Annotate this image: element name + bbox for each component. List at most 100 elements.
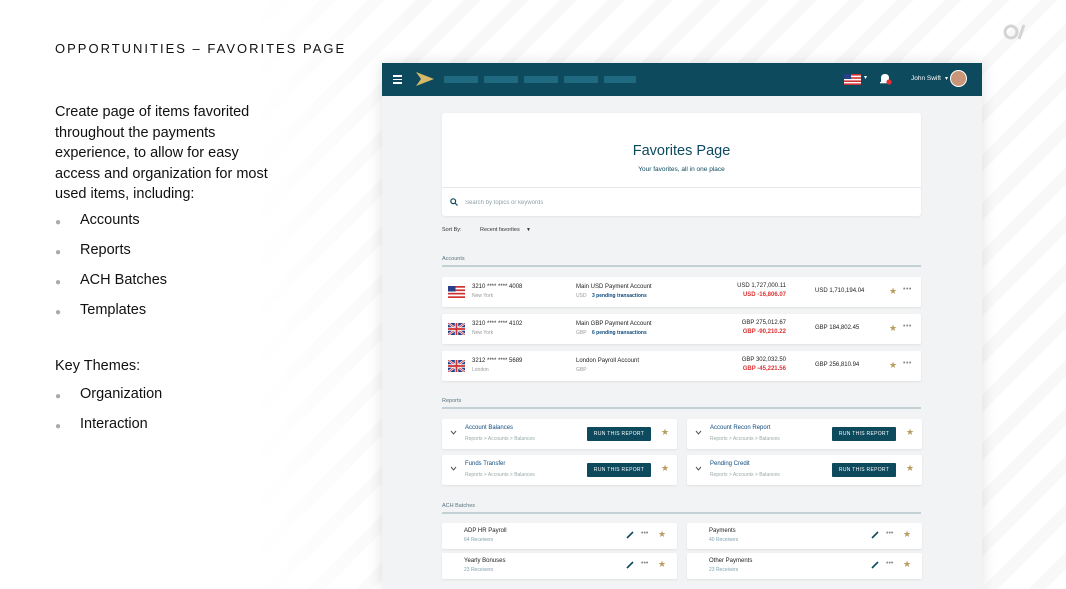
section-divider	[442, 265, 921, 267]
star-icon[interactable]: ★	[889, 323, 897, 334]
chevron-down-icon[interactable]: ▾	[945, 75, 948, 82]
chevron-down-icon[interactable]	[450, 429, 457, 436]
account-number: 3212 **** **** 5689	[472, 358, 523, 364]
pencil-icon[interactable]	[626, 561, 634, 569]
star-icon[interactable]: ★	[906, 463, 914, 474]
chevron-down-icon[interactable]: ▼	[526, 227, 531, 233]
report-card[interactable]: Pending Credit Reports > Accounts > Bala…	[687, 455, 922, 485]
brand-logo-icon	[1003, 24, 1026, 40]
section-title-reports: Reports	[442, 398, 462, 404]
report-title: Account Recon Report	[710, 425, 771, 431]
account-name: London Payroll Account	[576, 358, 640, 364]
account-row[interactable]: 3210 **** **** 4102 New York Main GBP Pa…	[442, 314, 921, 344]
chevron-down-icon[interactable]	[695, 465, 702, 472]
report-title: Pending Credit	[710, 461, 750, 467]
batch-title: Other Payments	[709, 558, 753, 564]
pencil-icon[interactable]	[871, 561, 879, 569]
more-options-icon[interactable]: •••	[903, 323, 912, 330]
bullet-icon: ●	[55, 217, 62, 228]
avatar[interactable]	[950, 70, 967, 87]
star-icon[interactable]: ★	[889, 360, 897, 371]
batch-receivers: 40 Receivers	[709, 537, 739, 543]
app-mockup: ▾ John Swift ▾ Favorites Page Your favor…	[382, 63, 982, 589]
pencil-icon[interactable]	[626, 531, 634, 539]
nav-item[interactable]	[444, 76, 478, 83]
run-report-button[interactable]: RUN THIS REPORT	[832, 427, 896, 441]
report-card[interactable]: Account Balances Reports > Accounts > Ba…	[442, 419, 677, 449]
key-themes-title: Key Themes:	[55, 358, 141, 374]
sort-label: Sort By:	[442, 227, 462, 233]
ach-batch-card[interactable]: Payments 40 Receivers ••• ★	[687, 523, 922, 549]
more-options-icon[interactable]: •••	[903, 286, 912, 293]
list-item: ● Templates	[55, 302, 167, 332]
breadcrumb: Reports > Accounts > Balances	[465, 472, 535, 478]
account-row[interactable]: 3210 **** **** 4008 New York Main USD Pa…	[442, 277, 921, 307]
star-icon[interactable]: ★	[903, 559, 911, 570]
favorites-content: Favorites Page Your favorites, all in on…	[442, 113, 922, 579]
bullet-icon: ●	[55, 277, 62, 288]
ach-batch-card[interactable]: Other Payments 23 Receivers ••• ★	[687, 553, 922, 579]
list-item: ● Organization	[55, 386, 162, 416]
chevron-down-icon[interactable]: ▾	[864, 74, 867, 81]
run-report-button[interactable]: RUN THIS REPORT	[832, 463, 896, 477]
report-title: Account Balances	[465, 425, 514, 431]
list-item: ● Interaction	[55, 416, 162, 446]
star-icon[interactable]: ★	[658, 529, 666, 540]
nav-item[interactable]	[604, 76, 636, 83]
bullet-icon: ●	[55, 391, 62, 402]
pending-transactions-link[interactable]: 3 pending transactions	[592, 293, 647, 299]
bell-icon[interactable]	[878, 72, 892, 86]
bullet-icon: ●	[55, 421, 62, 432]
more-options-icon[interactable]: •••	[641, 530, 648, 537]
search-icon	[450, 198, 458, 206]
star-icon[interactable]: ★	[903, 529, 911, 540]
chevron-down-icon[interactable]	[695, 429, 702, 436]
account-currency: GBP	[576, 367, 587, 373]
user-name[interactable]: John Swift	[911, 75, 941, 82]
star-icon[interactable]: ★	[906, 427, 914, 438]
page-title: Favorites Page	[632, 143, 731, 159]
more-options-icon[interactable]: •••	[886, 530, 893, 537]
account-name: Main USD Payment Account	[576, 284, 652, 290]
top-nav-bar: ▾ John Swift ▾	[382, 63, 982, 96]
ach-batch-card[interactable]: Yearly Bonuses 23 Receivers ••• ★	[442, 553, 677, 579]
search-bar[interactable]	[442, 187, 921, 216]
list-item: ● ACH Batches	[55, 272, 167, 302]
nav-item[interactable]	[524, 76, 558, 83]
account-row[interactable]: 3212 **** **** 5689 London London Payrol…	[442, 351, 921, 381]
sort-dropdown[interactable]: Recent favorites	[480, 227, 520, 233]
section-title-accounts: Accounts	[442, 256, 465, 262]
more-options-icon[interactable]: •••	[903, 360, 912, 367]
pending-transactions-link[interactable]: 6 pending transactions	[592, 330, 647, 336]
breadcrumb: Reports > Accounts > Balances	[465, 436, 535, 442]
us-flag-icon[interactable]	[844, 74, 861, 85]
account-currency: USD	[576, 293, 587, 299]
list-item-label: Accounts	[80, 212, 140, 228]
search-input[interactable]	[465, 197, 885, 209]
list-item: ● Accounts	[55, 212, 167, 242]
nav-item[interactable]	[564, 76, 598, 83]
batch-receivers: 64 Receivers	[464, 537, 494, 543]
star-icon[interactable]: ★	[661, 427, 669, 438]
brand-arrow-icon[interactable]	[416, 72, 434, 86]
chevron-down-icon[interactable]	[450, 465, 457, 472]
nav-item[interactable]	[484, 76, 518, 83]
pencil-icon[interactable]	[871, 531, 879, 539]
account-available-balance: USD 1,710,194.04	[815, 288, 865, 294]
report-card[interactable]: Account Recon Report Reports > Accounts …	[687, 419, 922, 449]
ach-batch-card[interactable]: ADP HR Payroll 64 Receivers ••• ★	[442, 523, 677, 549]
account-currency: GBP	[576, 330, 587, 336]
batch-receivers: 23 Receivers	[709, 567, 739, 573]
run-report-button[interactable]: RUN THIS REPORT	[587, 463, 651, 477]
star-icon[interactable]: ★	[658, 559, 666, 570]
hamburger-icon[interactable]	[393, 75, 402, 84]
star-icon[interactable]: ★	[889, 286, 897, 297]
list-item: ● Reports	[55, 242, 167, 272]
star-icon[interactable]: ★	[661, 463, 669, 474]
more-options-icon[interactable]: •••	[886, 560, 893, 567]
list-item-label: Templates	[80, 302, 147, 318]
run-report-button[interactable]: RUN THIS REPORT	[587, 427, 651, 441]
report-title: Funds Transfer	[465, 461, 506, 467]
report-card[interactable]: Funds Transfer Reports > Accounts > Bala…	[442, 455, 677, 485]
more-options-icon[interactable]: •••	[641, 560, 648, 567]
